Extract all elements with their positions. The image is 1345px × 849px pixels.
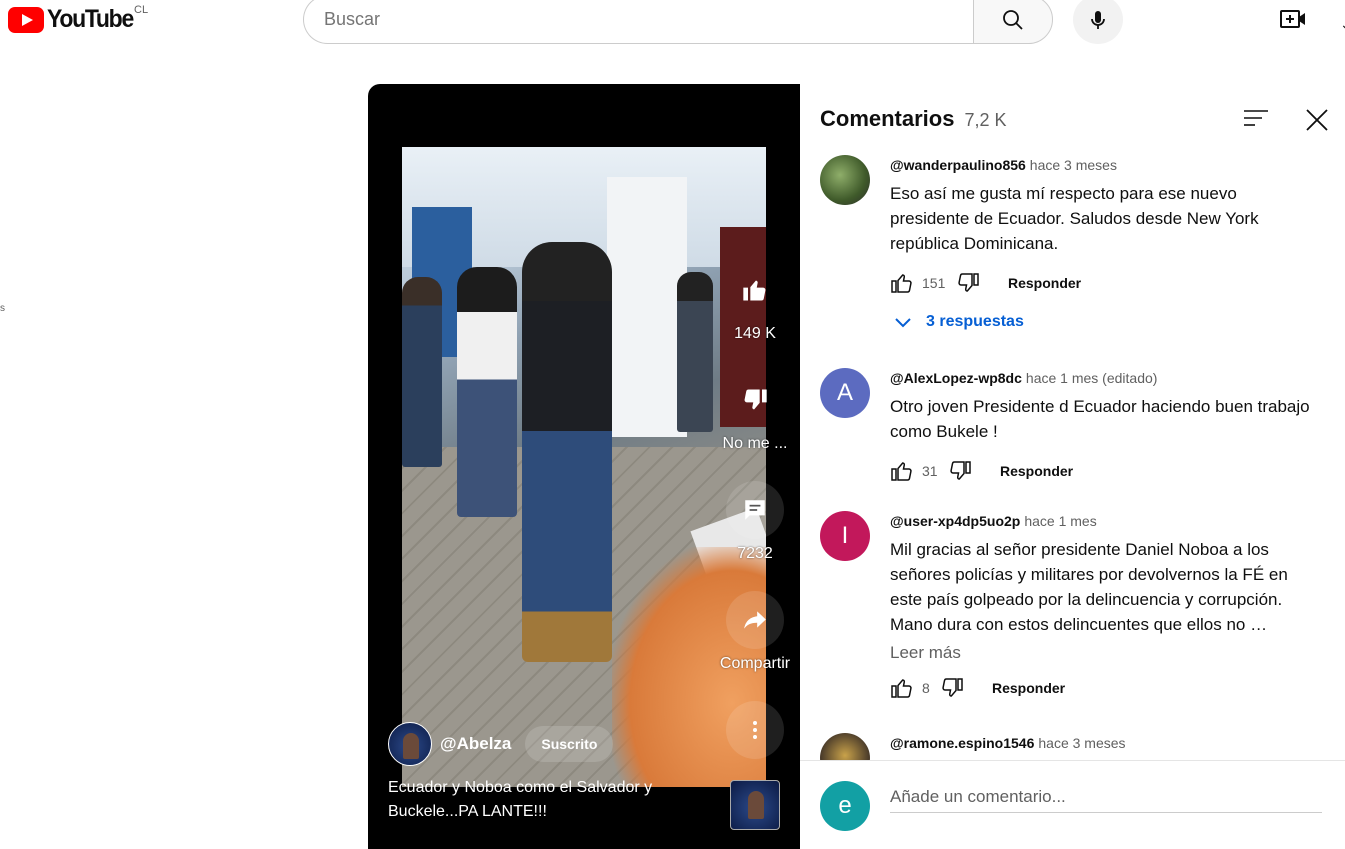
comment-icon <box>745 500 765 520</box>
comments-action[interactable]: 7232 <box>725 481 785 563</box>
comments-header: Comentarios 7,2 K <box>820 106 1007 132</box>
sidebar-edge-text: s <box>0 303 5 314</box>
like-count: 151 <box>922 275 946 291</box>
comments-button[interactable] <box>726 481 784 539</box>
thumbs-up-icon[interactable] <box>890 271 914 295</box>
avatar-letter: A <box>836 379 853 406</box>
dislike-action[interactable]: No me ... <box>722 371 788 453</box>
reply-button[interactable]: Responder <box>1000 463 1073 479</box>
share-button[interactable] <box>726 591 784 649</box>
close-comments-button[interactable] <box>1303 106 1331 134</box>
like-count: 8 <box>922 680 930 696</box>
comments-count: 7,2 K <box>964 110 1007 130</box>
search-icon <box>1003 9 1023 30</box>
like-button[interactable] <box>726 261 784 319</box>
channel-row: @Abelza Suscrito <box>388 722 614 766</box>
channel-avatar[interactable] <box>388 722 432 766</box>
comment-time[interactable]: hace 1 mes <box>1024 513 1096 529</box>
sort-icon <box>1244 110 1268 126</box>
comment-time[interactable]: hace 3 meses <box>1038 735 1125 751</box>
avatar-letter: e <box>838 792 852 819</box>
thumbs-down-icon <box>744 389 767 410</box>
create-video-icon <box>1280 10 1305 28</box>
comment-count: 7232 <box>737 545 773 562</box>
thumbs-down-icon[interactable] <box>940 676 964 700</box>
search-input[interactable] <box>324 9 974 30</box>
comments-panel: Comentarios 7,2 K @wanderpaulino856 hace … <box>800 84 1345 849</box>
user-avatar[interactable]: e <box>820 781 870 831</box>
youtube-logo[interactable]: YouTube CL <box>8 4 148 34</box>
avatar-letter: I <box>841 522 849 549</box>
replies-count[interactable]: 3 respuestas <box>926 313 1024 331</box>
comment-text: Eso así me gusta mí respecto para ese nu… <box>890 184 1259 253</box>
thumbs-down-icon[interactable] <box>956 271 980 295</box>
comment-avatar[interactable]: I <box>820 511 870 561</box>
add-comment-input[interactable] <box>890 781 1322 813</box>
comments-title: Comentarios <box>820 106 955 131</box>
comment-avatar[interactable]: A <box>820 368 870 418</box>
comment-author[interactable]: @AlexLopez-wp8dc <box>890 370 1022 386</box>
comment-author[interactable]: @ramone.espino1546 <box>890 735 1034 751</box>
subscribed-button[interactable]: Suscrito <box>525 726 614 762</box>
microphone-icon <box>1091 10 1105 29</box>
notifications-icon[interactable]: ⌄ <box>1340 16 1345 33</box>
view-replies-button[interactable]: 3 respuestas <box>890 312 1320 332</box>
like-action[interactable]: 149 K <box>725 261 785 343</box>
thumbs-up-icon[interactable] <box>890 459 914 483</box>
add-comment-bar: e <box>800 760 1345 849</box>
share-action[interactable]: Compartir <box>720 591 790 673</box>
voice-search-button[interactable] <box>1073 0 1123 44</box>
more-vertical-icon <box>753 721 757 739</box>
comment-text: Mil gracias al señor presidente Daniel N… <box>890 540 1288 634</box>
comment-time[interactable]: hace 1 mes (editado) <box>1026 370 1158 386</box>
logo-text: YouTube <box>47 5 134 33</box>
more-action[interactable] <box>725 701 785 759</box>
create-button[interactable] <box>1278 6 1308 32</box>
sort-comments-button[interactable] <box>1241 106 1271 132</box>
chevron-down-icon <box>895 318 911 328</box>
close-icon <box>1306 109 1328 131</box>
reply-button[interactable]: Responder <box>1008 275 1081 291</box>
reply-button[interactable]: Responder <box>992 680 1065 696</box>
share-arrow-icon <box>744 611 766 629</box>
comment-text: Otro joven Presidente d Ecuador haciendo… <box>890 397 1310 441</box>
shorts-player[interactable]: 149 K No me ... 7232 Compartir @Abelza S… <box>368 84 800 849</box>
comment-avatar[interactable] <box>820 155 870 205</box>
video-title[interactable]: Ecuador y Noboa como el Salvador y Bucke… <box>388 776 688 824</box>
like-count: 31 <box>922 463 938 479</box>
more-options-button[interactable] <box>726 701 784 759</box>
youtube-play-icon <box>8 6 44 33</box>
share-label: Compartir <box>719 655 791 672</box>
video-frame[interactable] <box>402 147 766 787</box>
channel-name[interactable]: @Abelza <box>440 734 511 754</box>
thumbs-up-icon[interactable] <box>890 676 914 700</box>
thumbs-down-icon[interactable] <box>948 459 972 483</box>
comment-author[interactable]: @user-xp4dp5uo2p <box>890 513 1020 529</box>
comment-author[interactable]: @wanderpaulino856 <box>890 157 1026 173</box>
dislike-button[interactable] <box>726 371 784 429</box>
read-more-button[interactable]: Leer más <box>890 643 1320 663</box>
sound-thumbnail[interactable] <box>730 780 780 830</box>
search-box[interactable] <box>303 0 974 44</box>
country-code: CL <box>134 4 149 16</box>
thumbs-up-icon <box>743 280 766 301</box>
search-button[interactable] <box>973 0 1053 44</box>
comment-time[interactable]: hace 3 meses <box>1030 157 1117 173</box>
dislike-label: No me ... <box>722 435 788 452</box>
like-count: 149 K <box>734 325 776 342</box>
